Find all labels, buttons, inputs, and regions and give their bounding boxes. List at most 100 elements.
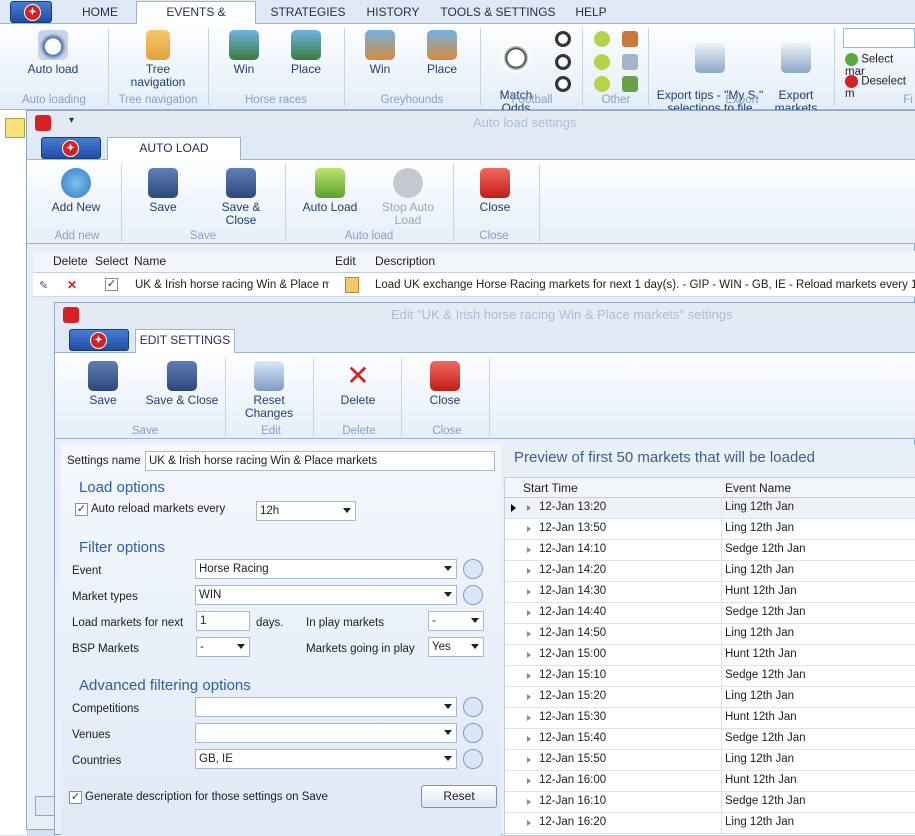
tab-tools-settings[interactable]: TOOLS & SETTINGS bbox=[440, 2, 556, 24]
delete-button[interactable]: ✕ Delete bbox=[335, 361, 381, 407]
app-menu-button[interactable]: ✦ bbox=[10, 1, 52, 23]
market-types-select[interactable]: WIN bbox=[195, 585, 457, 605]
going-inplay-select[interactable]: Yes bbox=[428, 637, 484, 657]
column-delete[interactable]: Delete bbox=[53, 251, 88, 271]
tennis-ball-icon[interactable] bbox=[594, 31, 610, 47]
tab-events-markets[interactable]: EVENTS & MARKETS bbox=[136, 1, 256, 39]
refresh-icon[interactable] bbox=[463, 723, 483, 743]
filter-input[interactable] bbox=[843, 28, 915, 48]
edit-save-close-button[interactable]: Save & Close bbox=[145, 361, 219, 407]
bsp-select[interactable]: - bbox=[196, 637, 250, 657]
expand-arrow-icon[interactable] bbox=[527, 736, 531, 742]
expand-arrow-icon[interactable] bbox=[527, 715, 531, 721]
window-menu-icon[interactable] bbox=[35, 115, 51, 131]
table-row[interactable]: 12-Jan 16:10 Sedge 12th Jan bbox=[505, 792, 915, 813]
export-icon[interactable] bbox=[35, 796, 55, 816]
delete-icon[interactable]: ✕ bbox=[67, 278, 77, 292]
expand-arrow-icon[interactable] bbox=[527, 673, 531, 679]
expand-arrow-icon[interactable] bbox=[527, 757, 531, 763]
expand-arrow-icon[interactable] bbox=[527, 547, 531, 553]
column-name[interactable]: Name bbox=[134, 251, 166, 271]
event-select[interactable]: Horse Racing bbox=[195, 559, 457, 579]
expand-arrow-icon[interactable] bbox=[527, 652, 531, 658]
select-markets-button[interactable]: Select mar bbox=[845, 53, 915, 78]
football-icon[interactable] bbox=[555, 31, 571, 47]
expand-arrow-icon[interactable] bbox=[527, 631, 531, 637]
expand-arrow-icon[interactable] bbox=[527, 778, 531, 784]
tab-home[interactable]: HOME bbox=[72, 2, 128, 24]
competitions-select[interactable] bbox=[195, 697, 457, 717]
horse-place-button[interactable]: Place bbox=[286, 30, 326, 76]
auto-reload-select[interactable]: 12h bbox=[256, 501, 356, 521]
generate-description-checkbox[interactable]: ✓ bbox=[69, 791, 82, 804]
tree-navigation-button[interactable]: Tree navigation bbox=[118, 30, 198, 89]
golf-icon[interactable] bbox=[622, 54, 638, 70]
reset-changes-button[interactable]: Reset Changes bbox=[241, 361, 297, 420]
auto-reload-checkbox[interactable]: ✓ bbox=[75, 503, 88, 516]
auto-load-app-button[interactable]: ✦ bbox=[41, 137, 101, 159]
column-event-name[interactable]: Event Name bbox=[725, 478, 791, 498]
expand-arrow-icon[interactable] bbox=[527, 526, 531, 532]
column-start-time[interactable]: Start Time bbox=[523, 478, 578, 498]
refresh-icon[interactable] bbox=[463, 749, 483, 769]
cricket-icon[interactable] bbox=[622, 31, 638, 47]
tab-help[interactable]: HELP bbox=[570, 2, 612, 24]
save-button[interactable]: Save bbox=[139, 168, 187, 214]
expand-arrow-icon[interactable] bbox=[527, 610, 531, 616]
refresh-icon[interactable] bbox=[463, 585, 483, 605]
auto-load-button[interactable]: Auto load bbox=[22, 30, 84, 76]
expand-arrow-icon[interactable] bbox=[527, 568, 531, 574]
table-row[interactable]: 12-Jan 16:20 Ling 12th Jan bbox=[505, 813, 915, 834]
edit-save-button[interactable]: Save bbox=[81, 361, 125, 407]
table-row[interactable]: 12-Jan 15:20 Ling 12th Jan bbox=[505, 687, 915, 708]
table-row[interactable]: 12-Jan 13:20 Ling 12th Jan bbox=[505, 498, 915, 519]
greyhound-win-button[interactable]: Win bbox=[360, 30, 400, 76]
table-row[interactable]: 12-Jan 14:10 Sedge 12th Jan bbox=[505, 540, 915, 561]
inplay-select[interactable]: - bbox=[428, 611, 484, 631]
select-checkbox[interactable]: ✓ bbox=[105, 278, 118, 291]
close-button[interactable]: Close bbox=[475, 168, 515, 214]
expand-arrow-icon[interactable] bbox=[527, 505, 531, 511]
other-sport-icon[interactable] bbox=[622, 76, 638, 92]
table-row[interactable]: 12-Jan 15:10 Sedge 12th Jan bbox=[505, 666, 915, 687]
save-close-button[interactable]: Save & Close bbox=[205, 168, 277, 227]
table-row[interactable]: 12-Jan 14:50 Ling 12th Jan bbox=[505, 624, 915, 645]
tab-edit-settings[interactable]: EDIT SETTINGS bbox=[135, 329, 235, 353]
add-new-button[interactable]: Add New bbox=[47, 168, 105, 214]
table-row[interactable]: 12-Jan 14:40 Sedge 12th Jan bbox=[505, 603, 915, 624]
home-icon[interactable] bbox=[5, 118, 25, 138]
refresh-icon[interactable] bbox=[463, 559, 483, 579]
expand-arrow-icon[interactable] bbox=[527, 694, 531, 700]
column-edit[interactable]: Edit bbox=[335, 251, 356, 271]
window-menu-icon[interactable] bbox=[63, 307, 79, 323]
column-select[interactable]: Select bbox=[95, 251, 128, 271]
table-row[interactable]: 12-Jan 15:30 Hunt 12th Jan bbox=[505, 708, 915, 729]
deselect-markets-button[interactable]: Deselect m bbox=[845, 75, 915, 100]
load-next-input[interactable]: 1 bbox=[196, 611, 250, 631]
venues-select[interactable] bbox=[195, 723, 457, 743]
refresh-icon[interactable] bbox=[463, 697, 483, 717]
football-icon[interactable] bbox=[555, 54, 571, 70]
settings-name-input[interactable]: UK & Irish horse racing Win & Place mark… bbox=[145, 451, 495, 471]
tennis-ball-icon[interactable] bbox=[594, 76, 610, 92]
edit-close-button[interactable]: Close bbox=[425, 361, 465, 407]
column-description[interactable]: Description bbox=[375, 251, 435, 271]
tab-history[interactable]: HISTORY bbox=[360, 2, 426, 24]
edit-icon[interactable] bbox=[345, 277, 359, 293]
table-row[interactable]: ✎ ✕ ✓ UK & Irish horse racing Win & Plac… bbox=[33, 273, 915, 297]
table-row[interactable]: 12-Jan 13:50 Ling 12th Jan bbox=[505, 519, 915, 540]
export-markets-button[interactable]: Export markets bbox=[770, 30, 822, 115]
table-row[interactable]: 12-Jan 14:30 Hunt 12th Jan bbox=[505, 582, 915, 603]
stop-auto-load-button[interactable]: Stop Auto Load bbox=[377, 168, 439, 227]
greyhound-place-button[interactable]: Place bbox=[422, 30, 462, 76]
reset-button[interactable]: Reset bbox=[421, 785, 497, 808]
tennis-ball-icon[interactable] bbox=[594, 54, 610, 70]
expand-arrow-icon[interactable] bbox=[527, 799, 531, 805]
expand-arrow-icon[interactable] bbox=[527, 820, 531, 826]
table-row[interactable]: 12-Jan 15:50 Ling 12th Jan bbox=[505, 750, 915, 771]
table-row[interactable]: 12-Jan 16:00 Hunt 12th Jan bbox=[505, 771, 915, 792]
table-row[interactable]: 12-Jan 14:20 Ling 12th Jan bbox=[505, 561, 915, 582]
table-row[interactable]: 12-Jan 15:40 Sedge 12th Jan bbox=[505, 729, 915, 750]
edit-app-button[interactable]: ✦ bbox=[69, 329, 129, 351]
horse-win-button[interactable]: Win bbox=[224, 30, 264, 76]
